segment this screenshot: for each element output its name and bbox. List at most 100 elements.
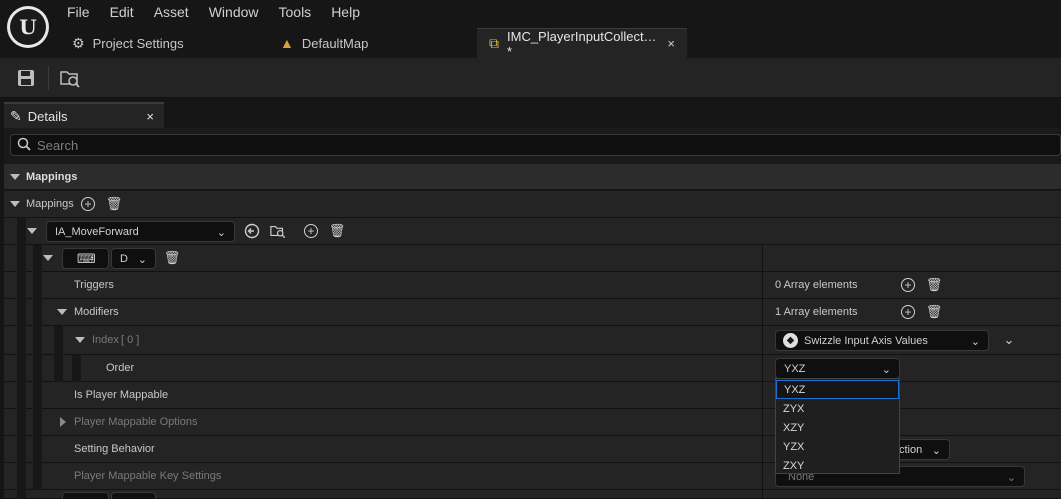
indent-guide (17, 463, 26, 490)
key-value: D (120, 252, 128, 265)
tab-default-map[interactable]: ▲ DefaultMap (268, 28, 477, 58)
indent-guide (54, 326, 63, 355)
trash-icon[interactable]: 🗑 (106, 196, 123, 212)
player-mappable-key-settings-row: Player Mappable Key Settings None ⌄ (4, 463, 1061, 490)
category-label: Mappings (26, 170, 78, 183)
add-element-icon[interactable]: + (81, 197, 95, 211)
toolbar-separator (48, 66, 49, 90)
menu-bar: File Edit Asset Window Tools Help (57, 3, 370, 21)
key-select[interactable]: D ⌄ (111, 248, 156, 269)
category-mappings[interactable]: Mappings (4, 164, 1061, 190)
menu-help[interactable]: Help (321, 3, 370, 21)
menu-asset[interactable]: Asset (144, 3, 199, 21)
order-option[interactable]: YXZ (776, 380, 899, 399)
key-mapping-row: ⌨ D ⌄ 🗑 (4, 245, 1061, 272)
menu-tools[interactable]: Tools (269, 3, 322, 21)
chevron-down-icon: ⌄ (970, 336, 980, 348)
trash-icon[interactable]: 🗑 (926, 277, 943, 293)
expand-arrow-icon[interactable] (10, 174, 20, 180)
chevron-down-icon: ⌄ (931, 445, 941, 457)
keyboard-key-selector[interactable]: ⌨ (62, 248, 109, 269)
menu-edit[interactable]: Edit (100, 3, 144, 21)
modifiers-label: Modifiers (74, 306, 119, 318)
trash-icon[interactable]: 🗑 (329, 223, 346, 239)
asset-toolbar (0, 58, 1061, 98)
input-action-select[interactable]: IA_MoveForward ⌄ (46, 221, 235, 242)
unreal-logo-icon[interactable]: U (7, 6, 49, 48)
document-tabs: ⚙ Project Settings ▲ DefaultMap ⧉ IMC_Pl… (60, 28, 687, 59)
modifier-index-row: Index [ 0 ] ◆ Swizzle Input Axis Values … (4, 326, 1061, 355)
expand-arrow-icon[interactable] (60, 417, 66, 427)
tab-project-settings[interactable]: ⚙ Project Settings (60, 28, 268, 58)
trash-icon[interactable]: 🗑 (164, 250, 181, 266)
expand-arrow-icon[interactable] (43, 255, 53, 261)
indent-guide (17, 355, 26, 382)
search-input[interactable] (37, 137, 937, 153)
input-context-icon: ⧉ (489, 35, 499, 51)
is-player-mappable-row: Is Player Mappable (4, 382, 1061, 409)
tab-label: Project Settings (92, 35, 184, 51)
modifiers-row: Modifiers 1 Array elements + 🗑 (4, 299, 1061, 326)
tab-label: IMC_PlayerInputCollect…* (507, 28, 657, 59)
triggers-value: 0 Array elements (775, 279, 858, 291)
save-icon[interactable] (14, 67, 38, 89)
tab-details[interactable]: ✎ Details × (4, 102, 164, 128)
player-mappable-key-settings-label: Player Mappable Key Settings (74, 470, 222, 482)
index-number: [ 0 ] (121, 334, 140, 346)
indent-guide (33, 355, 42, 382)
expand-arrow-icon[interactable] (27, 228, 37, 234)
search-box (10, 134, 1061, 156)
indent-guide (17, 245, 26, 272)
index-label: Index (92, 334, 119, 346)
order-label: Order (106, 362, 135, 374)
triggers-label: Triggers (74, 279, 114, 291)
setting-behavior-value: ction (899, 443, 923, 456)
add-element-icon[interactable]: + (304, 224, 318, 238)
use-selected-icon[interactable] (244, 223, 260, 239)
menu-file[interactable]: File (57, 3, 100, 21)
add-element-icon[interactable]: + (901, 278, 915, 292)
indent-guide (33, 436, 42, 463)
details-tab-label: Details (27, 108, 68, 124)
next-mapping-row (4, 490, 1061, 499)
modifier-class-icon: ◆ (783, 333, 798, 348)
order-select[interactable]: YXZ ⌄ (775, 358, 900, 379)
add-element-icon[interactable]: + (901, 305, 915, 319)
indent-guide (17, 218, 26, 245)
setting-behavior-label: Setting Behavior (74, 443, 155, 455)
order-option[interactable]: XZY (776, 418, 899, 437)
expand-arrow-icon[interactable] (75, 337, 85, 343)
order-value: YXZ (784, 362, 806, 375)
chevron-down-icon: ⌄ (881, 364, 891, 376)
level-icon: ▲ (280, 35, 294, 51)
player-mappable-options-label: Player Mappable Options (74, 416, 198, 428)
expand-arrow-icon[interactable] (10, 201, 20, 207)
expand-arrow-icon[interactable] (57, 309, 67, 315)
browse-icon[interactable] (270, 223, 286, 239)
player-mappable-options-row: Player Mappable Options (4, 409, 1061, 436)
browse-to-asset-icon[interactable] (58, 67, 82, 89)
order-option[interactable]: YZX (776, 437, 899, 456)
indent-guide (17, 299, 26, 326)
pencil-icon: ✎ (10, 107, 22, 124)
indent-guide (54, 355, 63, 382)
order-option[interactable]: ZXY (776, 456, 899, 475)
trash-icon[interactable]: 🗑 (926, 304, 943, 320)
is-player-mappable-label: Is Player Mappable (74, 389, 169, 401)
key-select[interactable] (111, 492, 156, 499)
indent-guide (17, 490, 26, 499)
modifier-class-value: Swizzle Input Axis Values (804, 334, 928, 347)
chevron-down-icon[interactable]: ⌄ (1001, 332, 1017, 348)
order-option[interactable]: ZYX (776, 399, 899, 418)
mappings-array-row: Mappings + 🗑 (4, 191, 1061, 218)
close-icon[interactable]: × (667, 36, 675, 51)
order-row: Order YXZ ⌄ (4, 355, 1061, 382)
close-icon[interactable]: × (146, 109, 154, 124)
menu-window[interactable]: Window (199, 3, 269, 21)
indent-guide (72, 355, 81, 382)
modifier-class-select[interactable]: ◆ Swizzle Input Axis Values ⌄ (775, 330, 989, 351)
indent-guide (17, 436, 26, 463)
input-action-row: IA_MoveForward ⌄ + 🗑 (4, 218, 1061, 245)
tab-input-mapping-context[interactable]: ⧉ IMC_PlayerInputCollect…* × (477, 28, 687, 59)
keyboard-key-selector[interactable] (62, 492, 109, 499)
